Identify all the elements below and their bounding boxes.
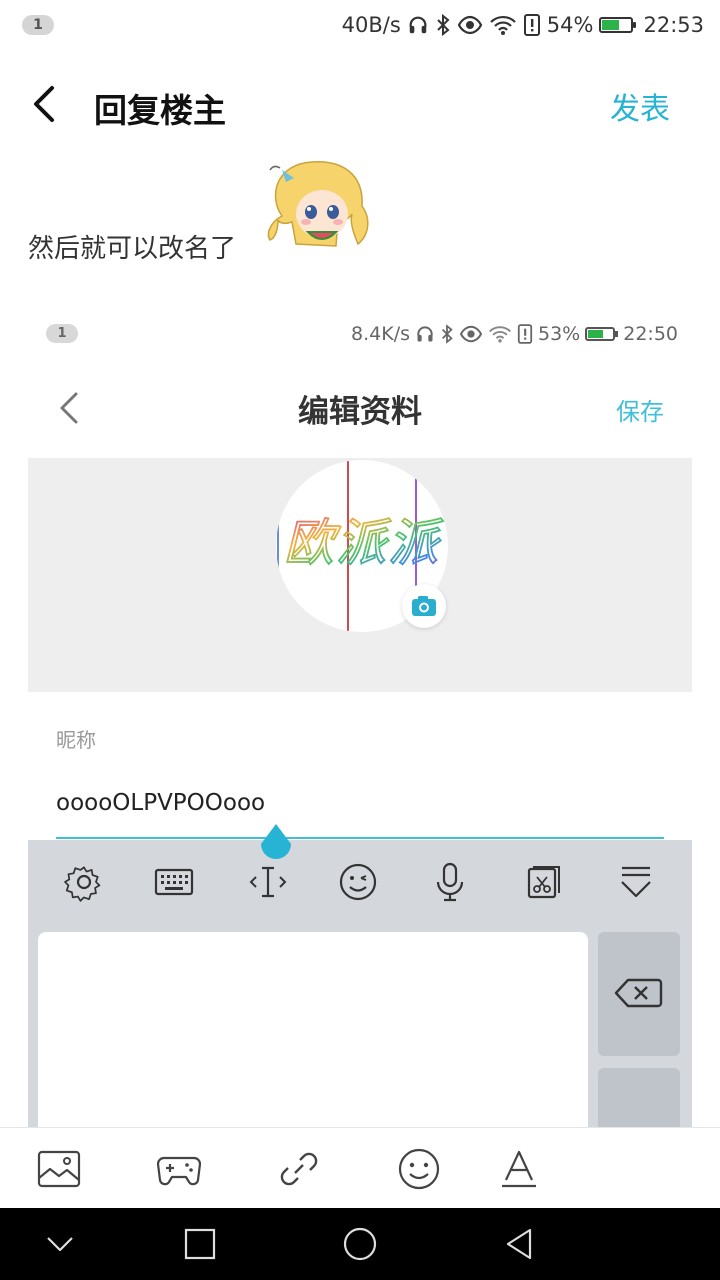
system-nav-bar	[0, 1208, 720, 1280]
post-text[interactable]: 然后就可以改名了	[28, 228, 236, 265]
microphone-icon	[428, 860, 472, 904]
battery-icon	[585, 327, 619, 341]
chevron-left-icon	[34, 86, 54, 122]
backspace-icon	[614, 978, 663, 1008]
app-header: 回复楼主 发表	[0, 60, 720, 150]
collapse-icon	[614, 860, 658, 904]
notification-badge: 1	[22, 15, 54, 35]
nav-down-icon[interactable]	[40, 1224, 80, 1264]
embedded-save-button: 保存	[616, 398, 664, 426]
keyboard-delete-key	[598, 932, 680, 1056]
embedded-notification-badge: 1	[46, 324, 78, 343]
headphones-icon	[417, 326, 433, 342]
keyboard-secondary-key	[598, 1068, 680, 1128]
embedded-title: 编辑资料	[298, 394, 422, 430]
embedded-header: 编辑资料 保存	[28, 372, 692, 442]
wifi-icon	[489, 326, 511, 343]
gamepad-icon[interactable]	[156, 1146, 202, 1192]
emoji-icon	[336, 860, 380, 904]
net-speed: 40B/s	[341, 13, 401, 37]
eye-icon	[457, 15, 483, 35]
nav-back-icon[interactable]	[500, 1224, 540, 1264]
embedded-battery-percent: 53%	[538, 323, 581, 345]
camera-icon	[412, 596, 436, 616]
nav-recents-icon[interactable]	[180, 1224, 220, 1264]
text-cursor-handle	[257, 822, 295, 866]
wifi-icon	[490, 15, 516, 35]
compose-toolbar	[0, 1127, 720, 1209]
headphones-icon	[409, 16, 427, 34]
sim-alert-icon	[517, 324, 533, 344]
bluetooth-icon	[437, 13, 450, 37]
link-icon[interactable]	[276, 1146, 322, 1192]
keyboard-icon	[152, 860, 196, 904]
embedded-status-bar: 1 8.4K/s 53% 22:50	[0, 316, 720, 352]
cursor-icon	[246, 860, 290, 904]
bluetooth-icon	[442, 324, 453, 344]
embedded-clock: 22:50	[623, 323, 678, 345]
clock: 22:53	[643, 13, 704, 37]
nickname-underline	[56, 837, 664, 839]
clipboard-icon	[520, 860, 564, 904]
status-bar: 1 40B/s 54% 22:53	[0, 0, 720, 50]
embedded-status-icons: 8.4K/s 53% 22:50	[351, 320, 678, 348]
embedded-net-speed: 8.4K/s	[351, 323, 410, 345]
publish-button[interactable]: 发表	[610, 84, 670, 128]
avatar-panel: 欧派派	[28, 458, 692, 692]
back-button[interactable]	[26, 82, 66, 126]
battery-percent: 54%	[546, 13, 594, 37]
text-format-icon[interactable]	[496, 1146, 542, 1192]
nickname-label: 昵称	[56, 728, 96, 752]
page-title: 回复楼主	[94, 91, 226, 130]
battery-icon	[599, 17, 637, 33]
emoji-icon[interactable]	[396, 1146, 442, 1192]
sim-alert-icon	[523, 14, 540, 36]
camera-button	[402, 584, 446, 628]
avatar-text: 欧派派	[284, 514, 444, 572]
anime-girl-sticker	[264, 156, 376, 252]
gear-icon	[62, 860, 106, 904]
keyboard-input-area	[38, 932, 588, 1128]
keyboard-toolbar	[28, 840, 692, 924]
nickname-field: ooooOLPVPOOooo	[56, 790, 266, 816]
status-icons: 40B/s 54% 22:53	[342, 10, 704, 40]
eye-icon	[459, 325, 483, 343]
image-icon[interactable]	[36, 1146, 82, 1192]
embedded-keyboard	[28, 840, 692, 1128]
nav-home-icon[interactable]	[340, 1224, 380, 1264]
